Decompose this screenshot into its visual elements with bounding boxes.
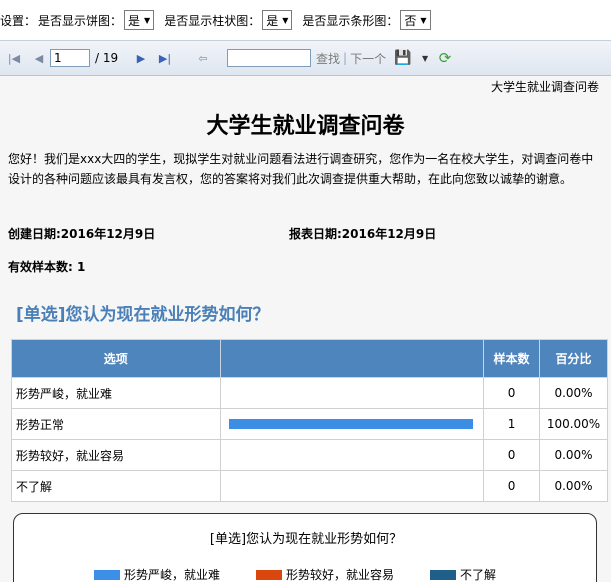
row-bar [228,419,474,429]
table-row: 形势较好，就业容易 0 0.00% [11,439,608,471]
pie-select[interactable]: 是 ▼ [124,10,155,30]
row-count: 0 [483,470,541,502]
page-number-input[interactable]: 1 [50,49,90,67]
results-table: 选项 样本数 百分比 形势严峻，就业难 0 0.00% 形势正常 1 100.00% 形势较… [11,339,608,502]
chevron-down-icon[interactable]: ▼ [420,54,430,63]
prev-page-icon[interactable]: ◀ [28,52,50,65]
row-percent: 0.00% [539,470,608,502]
save-export-icon[interactable]: 💾 [386,50,420,66]
bar-setting-label: 是否显示柱状图： [164,13,261,28]
created-date: 创建日期:2016年12月9日 [8,227,156,241]
table-row: 形势正常 1 100.00% [11,408,608,440]
next-page-icon[interactable]: ▶ [131,52,151,65]
chevron-down-icon: ▼ [282,15,289,25]
table-row: 形势严峻，就业难 0 0.00% [11,377,608,409]
find-input[interactable] [227,49,311,67]
row-bar-cell [219,408,485,440]
row-option: 形势正常 [11,408,221,440]
hbar-setting-label: 是否显示条形图： [302,13,399,28]
legend-item: 形势较好，就业容易 [256,566,394,582]
settings-bar: 设置： 是否显示饼图： 是 ▼ 是否显示柱状图： 是 ▼ 是否显示条形图： 否 ▼ [0,0,611,40]
legend-item: 不了解 [430,566,496,582]
pie-setting-label: 是否显示饼图： [38,13,123,28]
pie-select-value: 是 [128,13,141,28]
settings-prefix: 设置： [0,13,37,28]
report-page: 大学生就业调查问卷 大学生就业调查问卷 您好！我们是xxx大四的学生，现拟学生对… [0,76,611,582]
chevron-down-icon: ▼ [144,15,151,25]
bar-select-value: 是 [266,13,279,28]
row-count: 0 [483,439,541,471]
refresh-icon[interactable]: ⟳ [430,49,460,67]
legend-swatch [256,569,283,580]
row-bar-cell [219,439,485,471]
row-count: 1 [483,408,541,440]
row-option: 形势较好，就业容易 [11,439,221,471]
row-percent: 0.00% [539,439,608,471]
row-count: 0 [483,377,541,409]
hbar-select[interactable]: 否 ▼ [400,10,431,30]
legend-swatch [94,569,120,580]
intro-text: 您好！我们是xxx大四的学生，现拟学生对就业问题看法进行调查研究，您作为一名在校… [8,152,594,186]
chevron-down-icon: ▼ [420,15,427,25]
sample-count: 有效样本数: 1 [8,260,86,274]
hbar-select-value: 否 [404,13,417,28]
back-icon[interactable]: ⇦ [179,52,227,65]
report-header-title: 大学生就业调查问卷 [490,80,599,94]
legend-item: 形势严峻，就业难 [94,566,220,582]
header-count: 样本数 [483,339,541,378]
row-percent: 0.00% [539,377,608,409]
bar-select[interactable]: 是 ▼ [262,10,293,30]
header-option: 选项 [11,339,221,378]
chart-legend: 形势严峻，就业难 形势较好，就业容易 不了解 [94,566,532,582]
page-title: 大学生就业调查问卷 [206,114,405,139]
legend-label: 形势严峻，就业难 [124,568,221,582]
find-next-button[interactable]: 下一个 [350,50,386,67]
row-bar-cell [219,470,485,502]
chart-title: [单选]您认为现在就业形势如何？ [209,532,403,547]
legend-label: 不了解 [460,568,497,582]
header-percent: 百分比 [539,339,608,378]
row-percent: 100.00% [539,408,608,440]
report-toolbar: |◀ ◀ 1 / 19 ▶ ▶| ⇦ 查找 | 下一个 💾 ▼ ⟳ [0,40,611,76]
toolbar-divider: | [343,51,348,65]
row-bar-cell [219,377,485,409]
page-total: / 19 [95,51,119,65]
legend-label: 形势较好，就业容易 [286,568,395,582]
report-date: 报表日期:2016年12月9日 [289,227,437,241]
first-page-icon[interactable]: |◀ [0,52,28,65]
last-page-icon[interactable]: ▶| [151,52,179,65]
row-option: 不了解 [11,470,221,502]
chart-panel: [单选]您认为现在就业形势如何？ 形势严峻，就业难 形势较好，就业容易 不了解 [13,513,597,582]
table-header-row: 选项 样本数 百分比 [11,339,608,378]
question-title: [单选]您认为现在就业形势如何？ [16,305,270,325]
table-row: 不了解 0 0.00% [11,470,608,502]
legend-swatch [430,569,457,580]
row-option: 形势严峻，就业难 [11,377,221,409]
find-button[interactable]: 查找 [316,50,340,67]
header-bar [219,339,485,378]
